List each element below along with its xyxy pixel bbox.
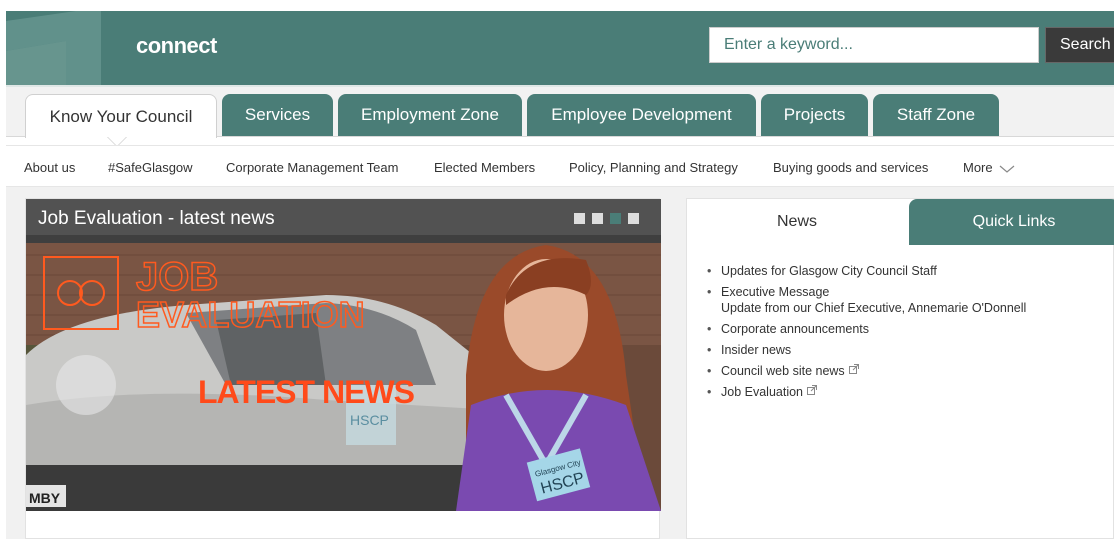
subnav-elected-members[interactable]: Elected Members [434, 160, 535, 175]
tab-news[interactable]: News [687, 199, 907, 245]
carousel-dot-3[interactable] [610, 213, 621, 224]
tab-know-your-council[interactable]: Know Your Council [25, 94, 217, 138]
chevron-down-icon [999, 165, 1015, 173]
list-item: Executive Message Update from our Chief … [707, 284, 1107, 316]
car-plate: MBY [29, 490, 61, 506]
feature-title-bar: Job Evaluation - latest news [26, 199, 661, 235]
news-link-corporate-announcements[interactable]: Corporate announcements [721, 322, 869, 336]
list-item: Council web site news [707, 363, 1107, 379]
news-subtitle: Update from our Chief Executive, Annemar… [721, 301, 1027, 315]
subnav-policy-planning-strategy[interactable]: Policy, Planning and Strategy [569, 160, 738, 175]
feature-title[interactable]: Job Evaluation - latest news [38, 208, 275, 230]
brand-name[interactable]: connect [136, 33, 217, 59]
main-tabs: Know Your Council Services Employment Zo… [6, 87, 1114, 138]
page: connect Search Know Your Council Service… [0, 0, 1114, 539]
search-input[interactable] [709, 27, 1039, 63]
feature-image[interactable]: MBY HSCP Glasgow City HSCP JOB EVALUATIO… [26, 235, 661, 511]
list-item: Corporate announcements [707, 321, 1107, 337]
tab-employee-development[interactable]: Employee Development [527, 94, 756, 136]
tab-employment-zone[interactable]: Employment Zone [338, 94, 522, 136]
list-item: Insider news [707, 342, 1107, 358]
news-link-staff-updates[interactable]: Updates for Glasgow City Council Staff [721, 264, 937, 278]
tab-services[interactable]: Services [222, 94, 333, 136]
tab-quick-links[interactable]: Quick Links [909, 199, 1114, 245]
tab-staff-zone[interactable]: Staff Zone [873, 94, 999, 136]
subnav-about-us[interactable]: About us [24, 160, 75, 175]
subnav-more[interactable]: More [963, 160, 1015, 175]
subnav-safe-glasgow[interactable]: #SafeGlasgow [108, 160, 193, 175]
news-link-council-web-site-news[interactable]: Council web site news [721, 364, 845, 378]
news-link-executive-message[interactable]: Executive Message [721, 285, 829, 299]
subnav-more-label: More [963, 160, 993, 175]
news-link-insider-news[interactable]: Insider news [721, 343, 791, 357]
car-hscp-logo: HSCP [350, 412, 389, 428]
subnav-buying-goods-services[interactable]: Buying goods and services [773, 160, 928, 175]
external-link-icon [848, 364, 859, 374]
subnav-corporate-management-team[interactable]: Corporate Management Team [226, 160, 398, 175]
sub-navigation: About us #SafeGlasgow Corporate Manageme… [6, 145, 1114, 187]
feature-carousel: Job Evaluation - latest news MBY HSCP Gl… [25, 198, 661, 539]
list-item: Job Evaluation [707, 384, 1107, 400]
image-text-latest-news: LATEST NEWS [198, 374, 415, 410]
search-button[interactable]: Search [1045, 27, 1114, 63]
logo-icon[interactable] [6, 11, 126, 85]
carousel-dot-4[interactable] [628, 213, 639, 224]
carousel-dot-2[interactable] [592, 213, 603, 224]
image-text-evaluation: EVALUATION [136, 294, 365, 335]
news-panel: News Quick Links Updates for Glasgow Cit… [686, 198, 1114, 539]
site-header: connect Search [6, 11, 1114, 85]
list-item: Updates for Glasgow City Council Staff [707, 263, 1107, 279]
news-link-job-evaluation[interactable]: Job Evaluation [721, 385, 803, 399]
news-list: Updates for Glasgow City Council Staff E… [707, 263, 1107, 405]
tab-projects[interactable]: Projects [761, 94, 868, 136]
external-link-icon [807, 385, 818, 395]
carousel-dot-1[interactable] [574, 213, 585, 224]
image-text-job: JOB [136, 255, 218, 299]
